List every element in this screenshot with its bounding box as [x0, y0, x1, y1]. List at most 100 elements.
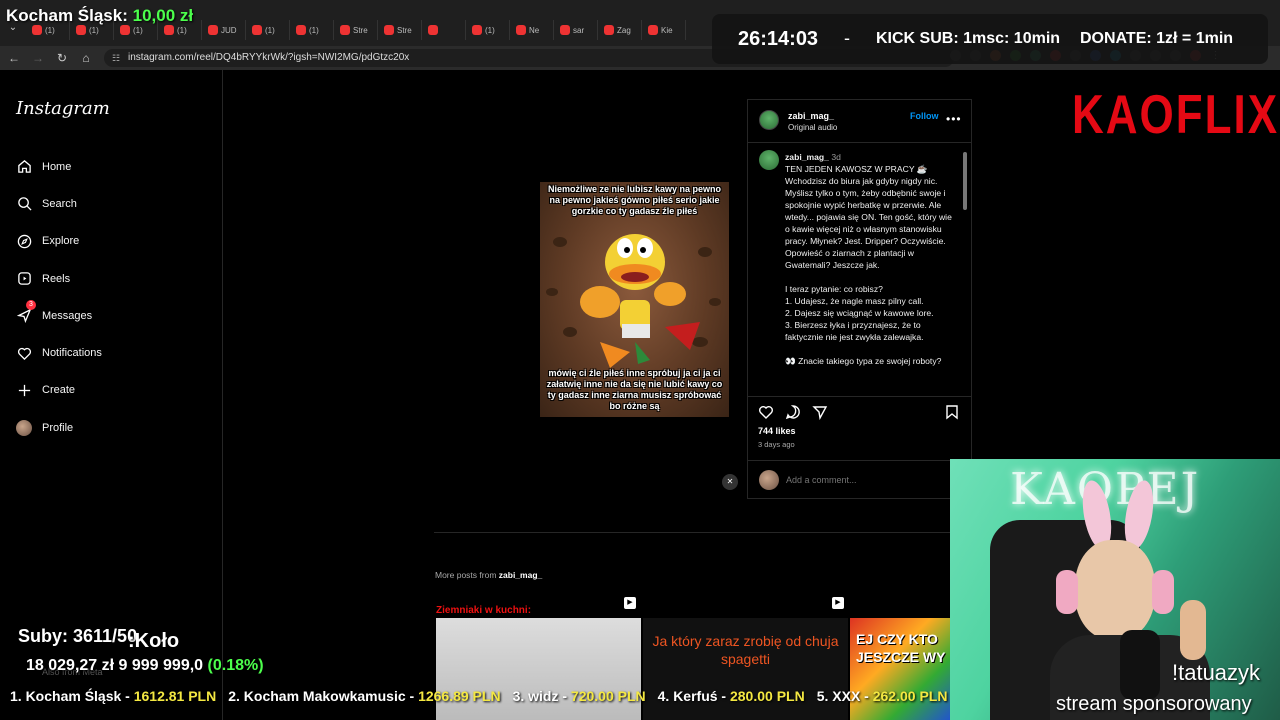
original-audio-link[interactable]: Original audio — [788, 123, 837, 132]
more-posts-user[interactable]: zabi_mag_ — [499, 570, 542, 580]
screen: ⌄ (1) (1) (1) (1) JUD (1) (1) Stre Stre (1) Ne sar Z… — [0, 0, 1280, 720]
comment-icon[interactable] — [785, 404, 801, 420]
comment-divider — [748, 460, 971, 461]
caption-time: 3d — [831, 152, 841, 162]
comment-input[interactable] — [786, 472, 936, 488]
site-info-icon[interactable]: ☷ — [112, 49, 120, 67]
tab-label: (1) — [133, 25, 143, 35]
sidebar-item-explore[interactable]: Explore — [16, 223, 216, 260]
ticker-rank: 4. Kerfuś - — [657, 688, 727, 704]
meme-bottom-text: mówię ci źle piłeś inne spróbuj ja ci ja… — [546, 368, 723, 411]
headphone-cup — [1056, 570, 1078, 614]
like-count[interactable]: 744 likes — [758, 426, 796, 436]
instagram-logo[interactable]: Instagram — [16, 98, 110, 119]
messenger-icon — [16, 308, 32, 324]
subs-counter: Suby: 3611/50 — [18, 626, 138, 646]
reel-indicator-icon: ▶ — [624, 597, 636, 609]
author-avatar[interactable] — [759, 110, 779, 130]
caption-line: Wchodzisz do biura jak gdyby nigdy nic. … — [785, 176, 952, 270]
follow-button[interactable]: Follow — [910, 111, 939, 121]
save-bookmark-icon[interactable] — [944, 404, 960, 420]
caption: zabi_mag_ 3d TEN JEDEN KAWOSZ W PRACY ☕ … — [785, 151, 957, 391]
ticker-amount: 1612.81 PLN — [133, 688, 217, 704]
browser-tab[interactable]: Zag — [598, 20, 642, 40]
bank-goal: 9 999 999,0 — [118, 657, 204, 674]
tab-favicon-icon — [120, 25, 130, 35]
sidebar-item-label: Create — [42, 384, 76, 397]
tab-label: (1) — [177, 25, 187, 35]
browser-tab[interactable]: Ne — [510, 20, 554, 40]
tab-favicon-icon — [560, 25, 570, 35]
sidebar-item-home[interactable]: Home — [16, 148, 216, 185]
browser-tab[interactable]: Stre — [334, 20, 378, 40]
caption-avatar[interactable] — [759, 150, 779, 170]
tab-label: (1) — [309, 25, 319, 35]
forward-icon[interactable]: → — [30, 50, 46, 66]
donation-bank: 18 029,27 zł 9 999 999,0 (0.18%) — [26, 657, 264, 675]
goal-label: Kocham Śląsk: — [6, 6, 128, 25]
browser-tab[interactable]: Stre — [378, 20, 422, 40]
tab-label: Kie — [661, 25, 673, 35]
sidebar-item-messages[interactable]: 3 Messages — [16, 297, 216, 334]
messages-badge: 3 — [26, 300, 36, 311]
like-heart-icon[interactable] — [758, 404, 774, 420]
browser-tab[interactable]: (1) — [466, 20, 510, 40]
streamer-hand — [1180, 600, 1206, 660]
reels-icon — [16, 271, 32, 287]
actions-divider — [748, 396, 971, 397]
sidebar-item-profile[interactable]: Profile — [16, 409, 216, 446]
sidebar-divider — [222, 70, 223, 720]
home-browser-icon[interactable]: ⌂ — [78, 50, 94, 66]
kaoflix-logo: KAOFLIX — [1072, 84, 1280, 146]
tab-favicon-icon — [384, 25, 394, 35]
caption-username[interactable]: zabi_mag_ — [785, 152, 829, 162]
sidebar-item-search[interactable]: Search — [16, 185, 216, 222]
ticker-amount: 262.00 PLN — [872, 688, 948, 704]
meme-image: Niemożliwe ze nie lubisz kawy na pewno n… — [540, 182, 729, 417]
more-options-icon[interactable]: ••• — [946, 112, 962, 126]
sidebar-item-label: Notifications — [42, 347, 102, 360]
sidebar-item-label: Search — [42, 197, 77, 210]
browser-tab[interactable]: (1) — [246, 20, 290, 40]
browser-tab[interactable]: sar — [554, 20, 598, 40]
tab-favicon-icon — [516, 25, 526, 35]
author-username[interactable]: zabi_mag_ — [788, 111, 834, 121]
ticker-rank: 1. Kocham Śląsk - — [10, 688, 130, 704]
tab-favicon-icon — [32, 25, 42, 35]
ticker-amount: 720.00 PLN — [570, 688, 646, 704]
donation-goal-overlay: Kocham Śląsk: 10,00 zł — [6, 6, 193, 26]
home-icon — [16, 159, 32, 175]
browser-tab[interactable]: Kie — [642, 20, 686, 40]
sidebar-item-label: Reels — [42, 272, 71, 285]
sidebar-item-label: Explore — [42, 235, 80, 248]
caption-line: 3. Bierzesz łyka i przyznajesz, że to fa… — [785, 320, 924, 342]
url-text: instagram.com/reel/DQ4bRYYkrWk/?igsh=NWI… — [128, 52, 410, 63]
browser-tab[interactable]: (1) — [290, 20, 334, 40]
thumb-caption: EJ CZY KTO JESZCZE WY — [856, 631, 946, 665]
header-divider — [748, 142, 971, 143]
browser-tab[interactable] — [422, 20, 466, 40]
sidebar-item-label: Home — [42, 160, 72, 173]
heart-icon — [16, 345, 32, 361]
tab-label: JUD — [221, 25, 237, 35]
own-avatar — [759, 470, 779, 490]
caption-scroll-thumb[interactable] — [963, 152, 967, 210]
reload-icon[interactable]: ↻ — [54, 50, 70, 66]
tab-label: Stre — [353, 25, 368, 35]
sidebar-item-notifications[interactable]: Notifications — [16, 334, 216, 371]
share-icon[interactable] — [812, 404, 828, 421]
tab-label: (1) — [265, 25, 275, 35]
profile-avatar — [16, 419, 32, 436]
tab-favicon-icon — [164, 25, 174, 35]
ticker-item: 2. Kocham Makowkamusic - 1266.89 PLN — [228, 688, 500, 710]
mute-icon[interactable]: ✕ — [722, 474, 738, 490]
sidebar-item-reels[interactable]: Reels — [16, 260, 216, 297]
browser-tab[interactable]: JUD — [202, 20, 246, 40]
sidebar-item-create[interactable]: Create — [16, 372, 216, 409]
caption-line: TEN JEDEN KAWOSZ W PRACY ☕ — [785, 164, 928, 174]
sponsored-overlay: stream sponsorowany — [1056, 693, 1252, 715]
back-icon[interactable]: ← — [6, 50, 22, 66]
ticker-amount: 280.00 PLN — [729, 688, 805, 704]
tab-label: Stre — [397, 25, 412, 35]
ticker-item: 3. widz - 720.00 PLN — [513, 688, 646, 710]
